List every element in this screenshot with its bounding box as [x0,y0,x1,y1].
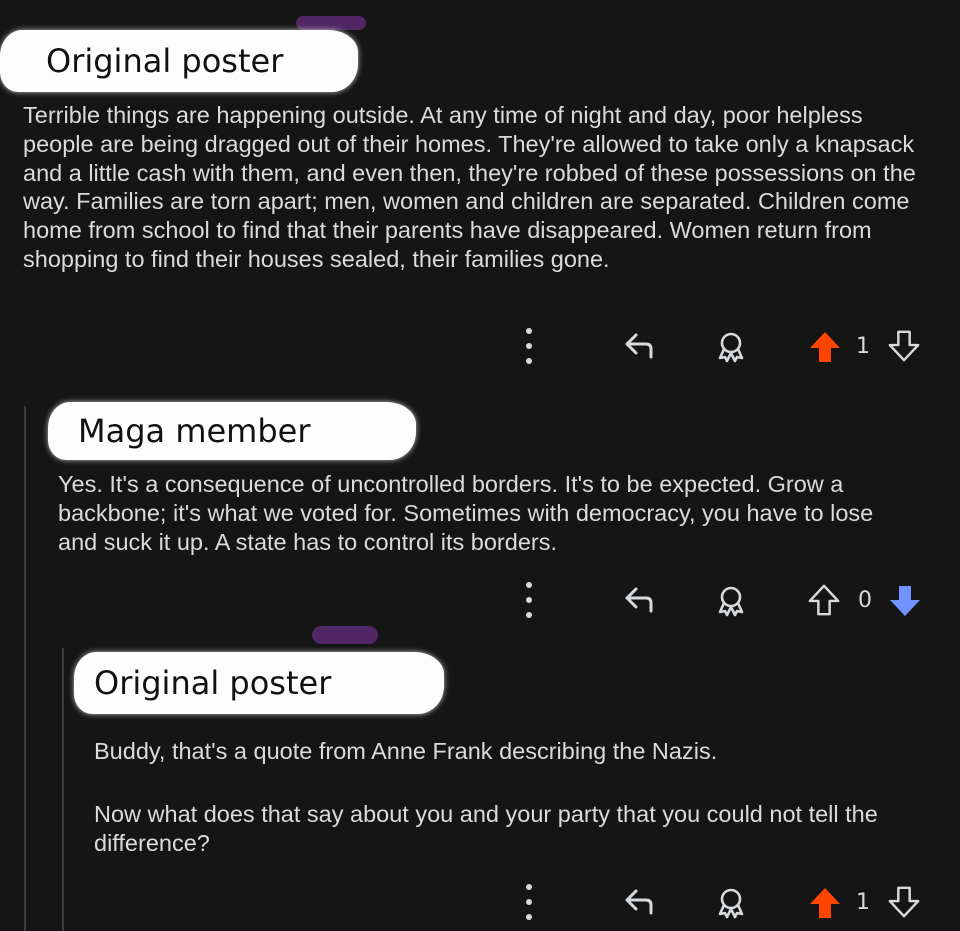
comment-author[interactable]: Original poster [94,667,331,699]
comment-body: Buddy, that's a quote from Anne Frank de… [94,737,944,857]
more-options-icon[interactable] [523,582,535,618]
comment-author[interactable]: Maga member [78,415,311,447]
vote-score: 1 [856,334,870,359]
reply-icon[interactable] [621,330,657,364]
reply-icon[interactable] [621,584,657,618]
downvote-arrow-icon[interactable] [887,583,923,619]
thread-line-level-2 [62,648,64,931]
comment-paragraph: Yes. It's a consequence of uncontrolled … [58,471,874,555]
downvote-arrow-icon[interactable] [887,329,921,363]
downvote-arrow-icon[interactable] [887,885,921,919]
comment-actions: 1 [515,884,935,924]
comment-actions: 1 [515,328,935,368]
more-options-icon[interactable] [523,884,535,920]
more-options-icon[interactable] [523,328,535,364]
comment-body: Yes. It's a consequence of uncontrolled … [58,470,918,556]
award-icon[interactable] [715,886,747,920]
comment-body: Terrible things are happening outside. A… [23,101,933,274]
vote-score: 0 [858,588,872,613]
comment-actions: 0 [515,582,935,622]
comment-paragraph: Buddy, that's a quote from Anne Frank de… [94,738,718,764]
upvote-arrow-icon[interactable] [807,583,841,617]
award-icon[interactable] [715,584,747,618]
upvote-arrow-icon[interactable] [807,329,843,365]
author-name-redaction: Original poster [0,30,358,92]
vote-score: 1 [856,890,870,915]
author-name-redaction: Maga member [48,402,416,460]
comment-paragraph: Terrible things are happening outside. A… [23,102,916,272]
comment-paragraph: Now what does that say about you and you… [94,800,878,856]
award-icon[interactable] [715,330,747,364]
redaction-residue [296,16,366,30]
author-name-redaction: Original poster [74,652,444,714]
thread-line-level-1 [24,406,26,931]
redaction-residue [312,626,378,644]
upvote-arrow-icon[interactable] [807,885,843,921]
comment-author[interactable]: Original poster [46,45,283,77]
reply-icon[interactable] [621,886,657,920]
